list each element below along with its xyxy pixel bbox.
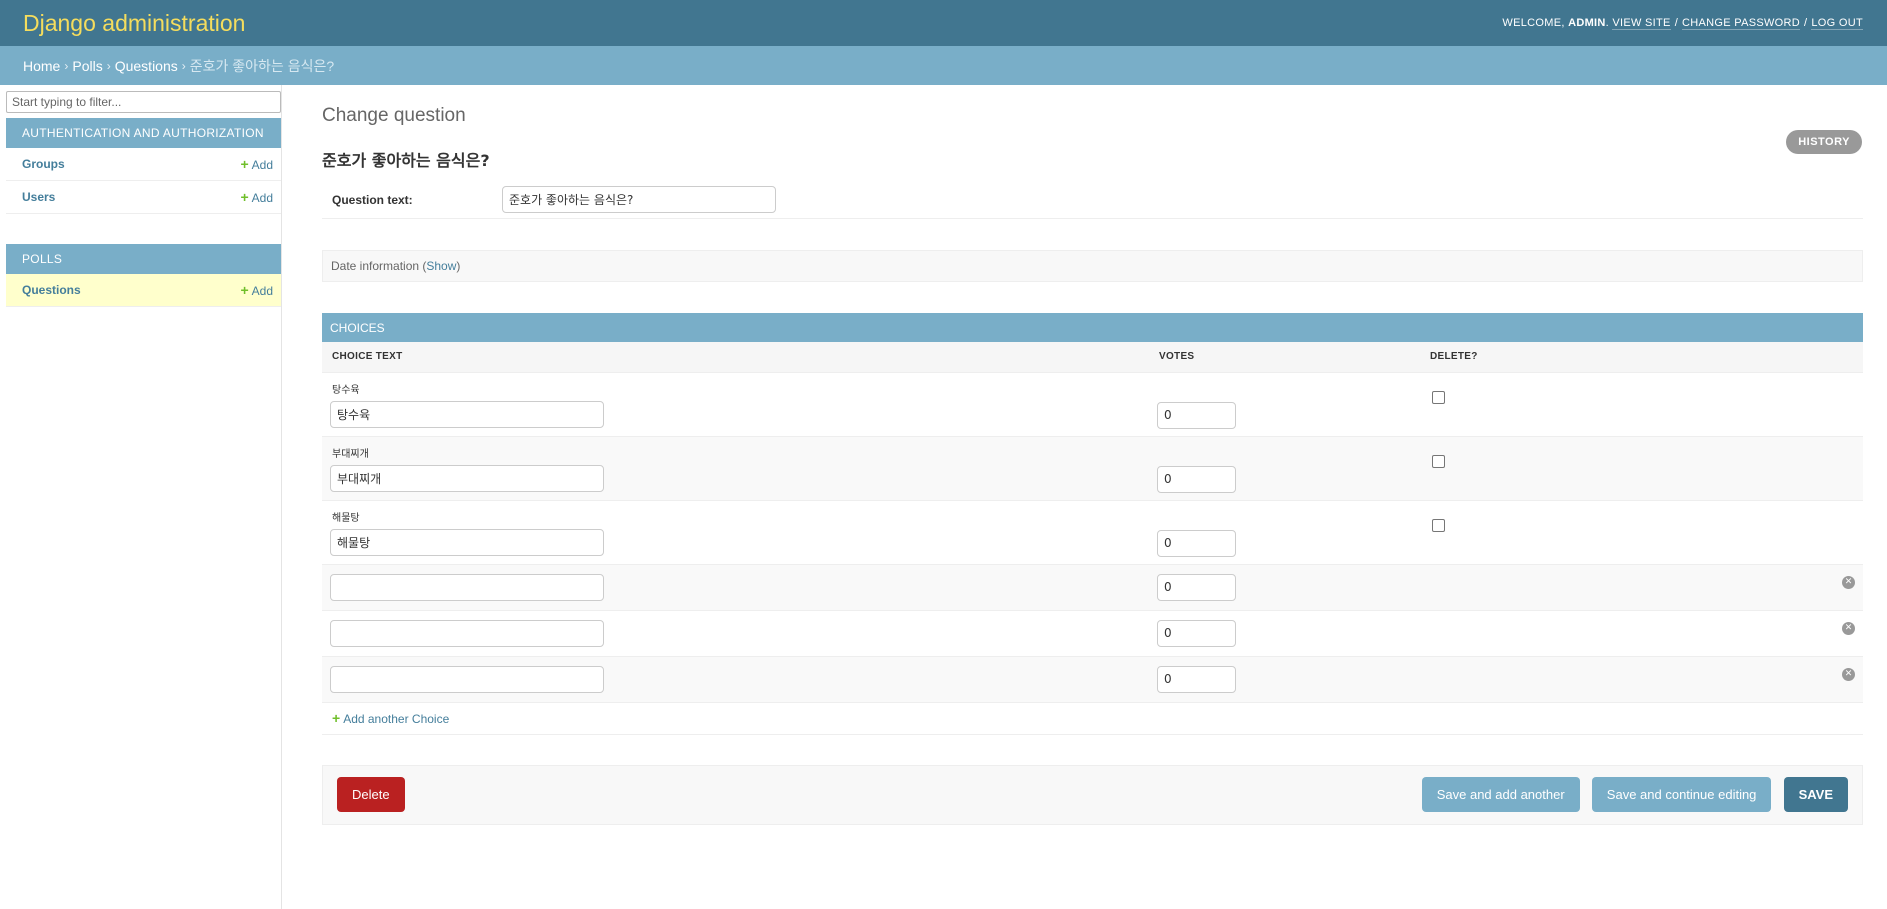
breadcrumb-separator: ›	[64, 58, 69, 73]
original-choice-label: 탕수육	[332, 384, 360, 396]
module-auth: AUTHENTICATION AND AUTHORIZATION Groups …	[6, 118, 281, 214]
add-another-choice-link[interactable]: + Add another Choice	[332, 710, 449, 726]
submit-row: Delete Save and add another Save and con…	[322, 764, 1863, 825]
object-title: 준호가 좋아하는 음식은?	[322, 151, 490, 170]
date-show-link[interactable]: Show	[426, 259, 456, 273]
question-text-label: Question text:	[332, 192, 413, 207]
votes-input[interactable]	[1157, 465, 1236, 493]
header-choice-text: CHOICE TEXT	[322, 342, 1149, 373]
nav-sidebar: AUTHENTICATION AND AUTHORIZATION Groups …	[0, 85, 282, 909]
sidebar-link-groups[interactable]: Groups	[22, 157, 65, 171]
votes-input[interactable]	[1157, 573, 1236, 601]
delete-checkbox[interactable]	[1432, 518, 1445, 532]
sidebar-item-questions: Questions + Add	[6, 274, 281, 307]
header-votes: VOTES	[1149, 342, 1420, 373]
add-another-choice-row: + Add another Choice	[322, 703, 1863, 735]
remove-row-icon[interactable]: ✕	[1842, 621, 1855, 635]
save-buttons: Save and add another Save and continue e…	[1414, 777, 1848, 812]
save-button[interactable]: SAVE	[1783, 777, 1848, 812]
table-row: 탕수육	[322, 372, 1863, 437]
choice-text-input[interactable]	[330, 528, 604, 556]
date-information-fieldset: Date information (Show)	[322, 250, 1863, 282]
change-password-link[interactable]: CHANGE PASSWORD	[1682, 17, 1801, 30]
choice-text-input[interactable]	[330, 573, 604, 601]
site-header: Django administration WELCOME, ADMIN. VI…	[0, 0, 1887, 46]
remove-row-icon[interactable]: ✕	[1842, 667, 1855, 681]
plus-icon: +	[332, 710, 341, 726]
table-row: ✕	[322, 610, 1863, 657]
question-text-input[interactable]	[502, 186, 776, 213]
breadcrumb-separator: ›	[106, 58, 111, 73]
delete-checkbox[interactable]	[1432, 390, 1445, 404]
breadcrumb-current: 준호가 좋아하는 음식은?	[189, 57, 335, 74]
choices-table: CHOICE TEXT VOTES DELETE? 탕수육 탕수육 0 부대찌개…	[322, 342, 1863, 703]
page-title: Change question	[322, 105, 466, 126]
plus-icon: +	[240, 282, 249, 298]
votes-input[interactable]	[1157, 401, 1236, 429]
username: ADMIN	[1568, 17, 1606, 29]
add-user-link[interactable]: + Add	[240, 189, 273, 205]
choices-inline: CHOICES CHOICE TEXT VOTES DELETE? 탕수육 탕수…	[322, 313, 1863, 735]
choices-caption: CHOICES	[322, 313, 1863, 342]
votes-input[interactable]	[1157, 529, 1236, 557]
choice-text-input[interactable]	[330, 665, 604, 693]
add-another-choice-label: Add another Choice	[343, 712, 450, 726]
save-and-add-another-button[interactable]: Save and add another	[1421, 777, 1580, 812]
site-brand[interactable]: Django administration	[23, 10, 245, 37]
choice-text-input[interactable]	[330, 464, 604, 492]
remove-row-icon[interactable]: ✕	[1842, 575, 1855, 589]
sidebar-item-groups: Groups + Add	[6, 148, 281, 181]
add-group-link[interactable]: + Add	[240, 156, 273, 172]
choice-text-input[interactable]	[330, 400, 604, 428]
welcome-text: WELCOME,	[1502, 17, 1565, 29]
save-and-continue-button[interactable]: Save and continue editing	[1591, 777, 1772, 812]
view-site-link[interactable]: VIEW SITE	[1612, 17, 1671, 30]
table-row: ✕	[322, 564, 1863, 611]
add-label: Add	[251, 284, 273, 298]
plus-icon: +	[240, 156, 249, 172]
votes-input[interactable]	[1157, 665, 1236, 693]
sidebar-item-users: Users + Add	[6, 181, 281, 214]
breadcrumb-separator: ›	[181, 58, 186, 73]
add-label: Add	[251, 158, 273, 172]
original-choice-label: 부대찌개	[332, 448, 369, 460]
add-label: Add	[251, 191, 273, 205]
log-out-link[interactable]: LOG OUT	[1811, 17, 1863, 30]
table-row: 해물탕	[322, 500, 1863, 565]
breadcrumb: Home › Polls › Questions › 준호가 좋아하는 음식은?	[0, 46, 1887, 85]
add-question-link[interactable]: + Add	[240, 282, 273, 298]
delete-checkbox[interactable]	[1432, 454, 1445, 468]
module-caption-auth[interactable]: AUTHENTICATION AND AUTHORIZATION	[6, 118, 281, 148]
question-text-row: Question text:	[322, 181, 1863, 219]
table-row: 부대찌개	[322, 436, 1863, 501]
breadcrumb-questions[interactable]: Questions	[115, 58, 178, 74]
nav-filter-input[interactable]	[6, 91, 281, 113]
sidebar-link-questions[interactable]: Questions	[22, 283, 81, 297]
module-polls: POLLS Questions + Add	[6, 244, 281, 307]
delete-button[interactable]: Delete	[337, 777, 405, 812]
content: Change question 준호가 좋아하는 음식은? HISTORY Qu…	[282, 85, 1887, 909]
history-button[interactable]: HISTORY	[1786, 130, 1862, 154]
module-caption-polls[interactable]: POLLS	[6, 244, 281, 274]
date-information-label: Date information (	[331, 259, 427, 273]
plus-icon: +	[240, 189, 249, 205]
choice-text-input[interactable]	[330, 619, 604, 647]
sidebar-link-users[interactable]: Users	[22, 190, 55, 204]
votes-input[interactable]	[1157, 619, 1236, 647]
table-row: ✕	[322, 656, 1863, 703]
date-information-close: )	[456, 259, 461, 273]
original-choice-label: 해물탕	[332, 512, 360, 524]
user-tools: WELCOME, ADMIN. VIEW SITE / CHANGE PASSWOR…	[1502, 17, 1863, 30]
header-delete: DELETE?	[1420, 342, 1863, 373]
breadcrumb-home[interactable]: Home	[23, 58, 60, 74]
main-container: AUTHENTICATION AND AUTHORIZATION Groups …	[0, 85, 1887, 909]
breadcrumb-polls[interactable]: Polls	[72, 58, 102, 74]
